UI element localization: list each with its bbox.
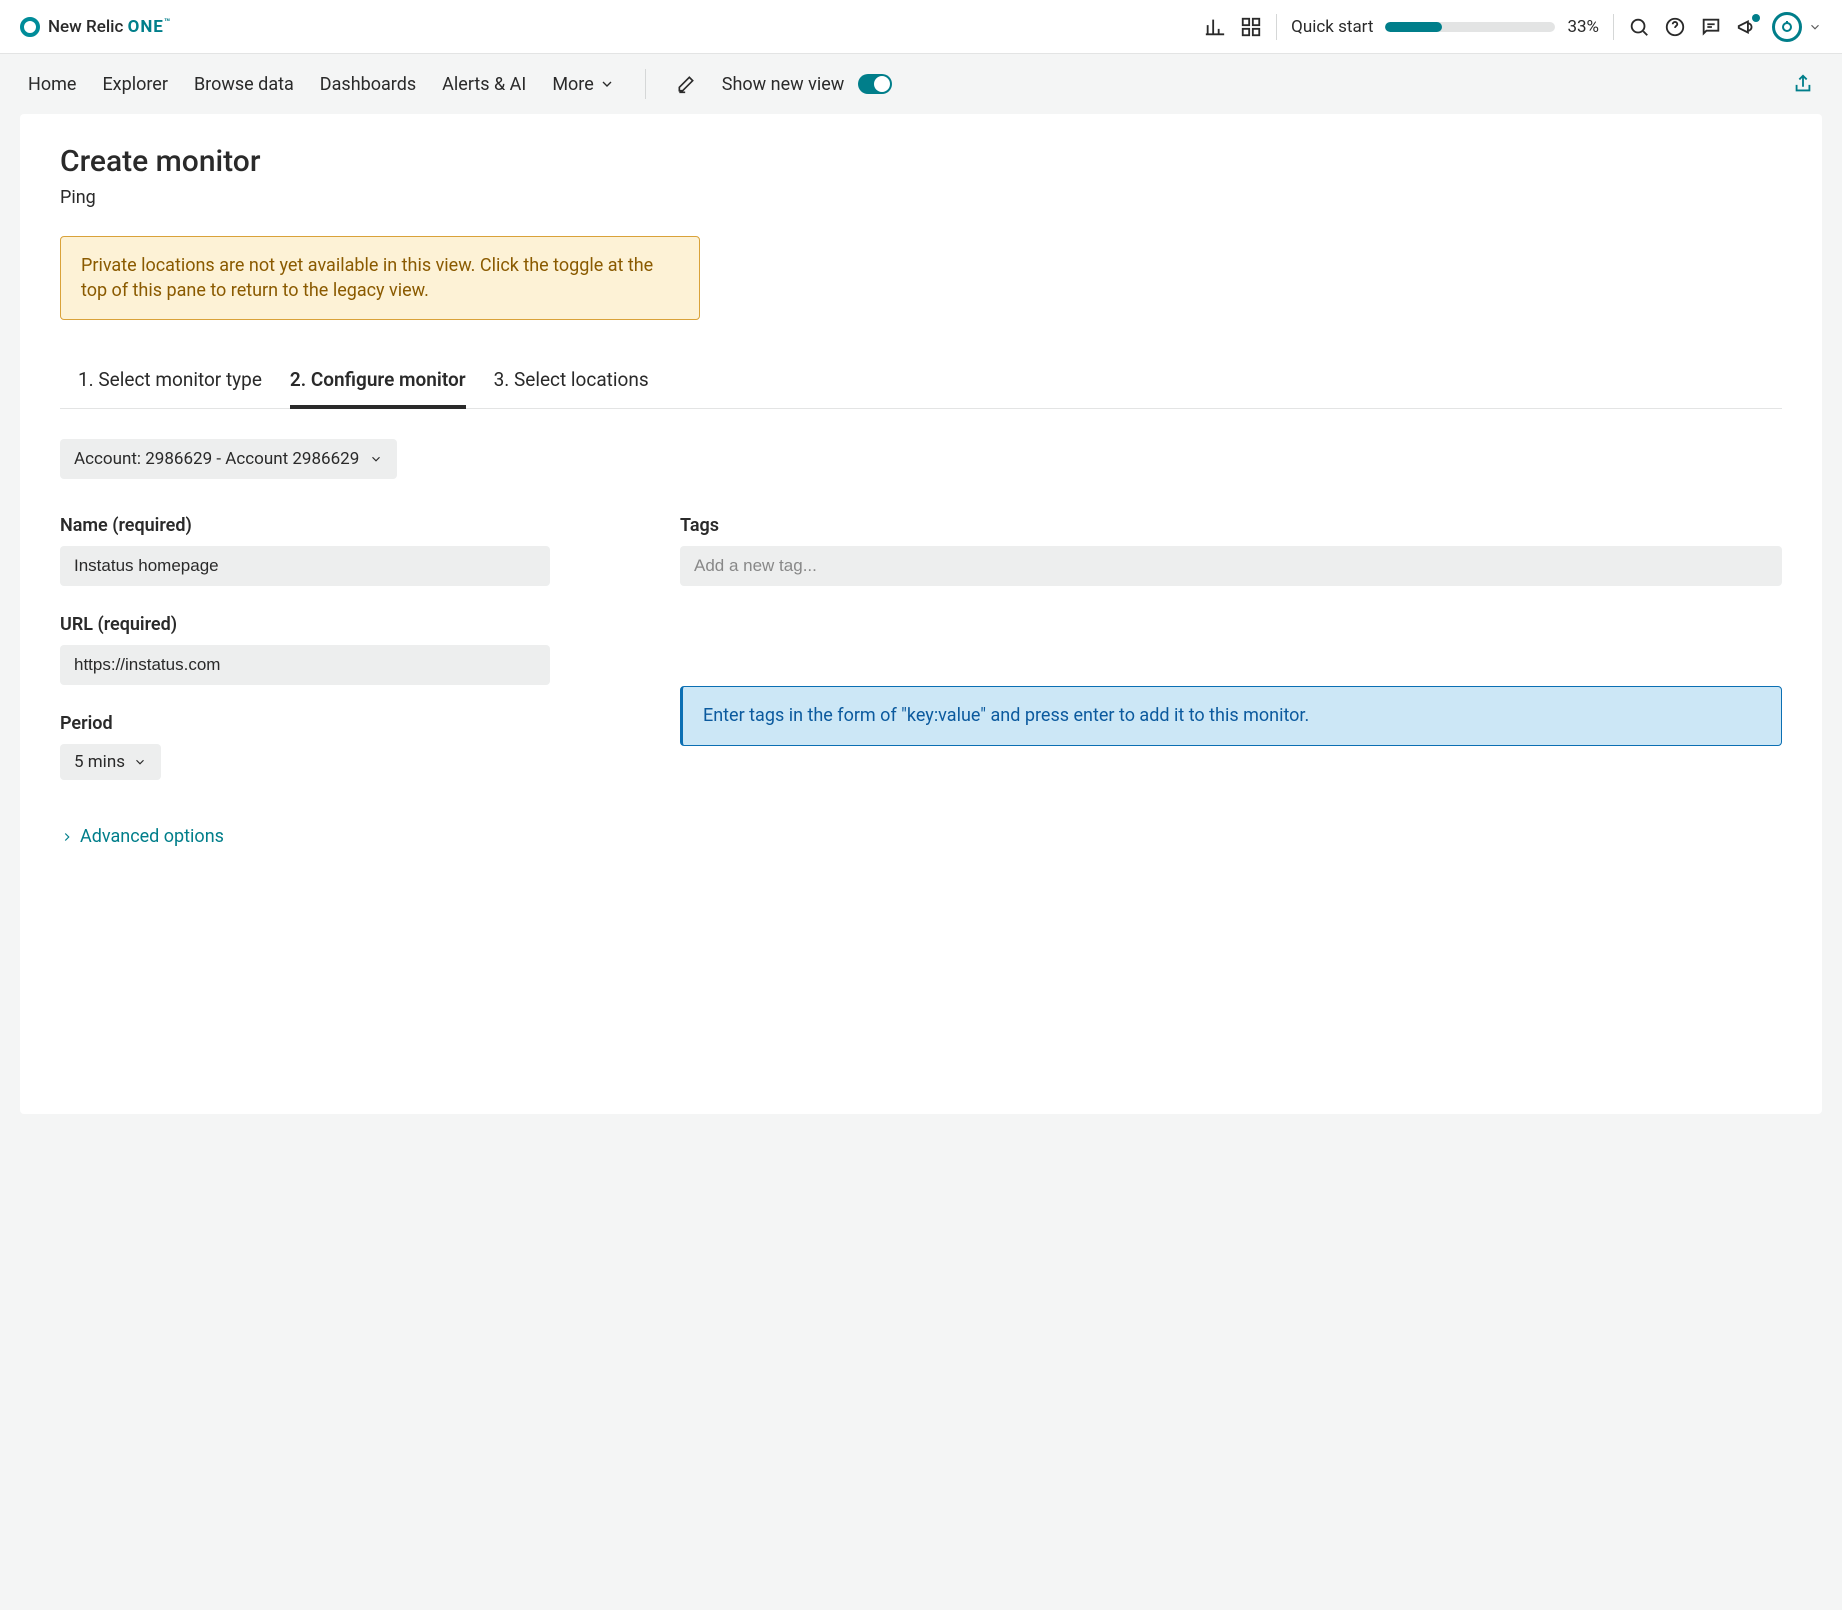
logo-text: New Relic ONE™ xyxy=(48,17,170,37)
step-tab-2[interactable]: 2. Configure monitor xyxy=(290,360,466,409)
announce-icon[interactable] xyxy=(1736,16,1758,38)
tags-input[interactable] xyxy=(680,546,1782,586)
quickstart-progress xyxy=(1385,22,1555,32)
step-tab-3[interactable]: 3. Select locations xyxy=(494,360,649,408)
search-icon[interactable] xyxy=(1628,16,1650,38)
name-field-group: Name (required) xyxy=(60,515,620,586)
name-input[interactable] xyxy=(60,546,550,586)
tags-label: Tags xyxy=(680,515,1782,536)
tags-info-box: Enter tags in the form of "key:value" an… xyxy=(680,686,1782,745)
page-title: Create monitor xyxy=(60,144,1782,179)
page-subtitle: Ping xyxy=(60,187,1782,208)
form-col-left: Name (required) URL (required) Period 5 … xyxy=(60,515,620,849)
nav-explorer[interactable]: Explorer xyxy=(102,74,168,95)
user-menu[interactable] xyxy=(1772,12,1822,42)
main-panel: Create monitor Ping Private locations ar… xyxy=(20,114,1822,1114)
nav-home[interactable]: Home xyxy=(28,74,76,95)
divider xyxy=(645,69,646,99)
tags-field-group: Tags xyxy=(680,515,1782,586)
show-new-view-toggle-wrap: Show new view xyxy=(722,74,893,95)
chevron-down-icon xyxy=(599,76,615,92)
nav-bar: Home Explorer Browse data Dashboards Ale… xyxy=(0,54,1842,114)
nav-alerts-ai[interactable]: Alerts & AI xyxy=(442,74,526,95)
chevron-down-icon xyxy=(369,452,383,466)
form-col-right: Tags Enter tags in the form of "key:valu… xyxy=(680,515,1782,849)
share-icon[interactable] xyxy=(1792,73,1814,95)
logo-icon xyxy=(20,17,40,37)
quickstart-label: Quick start xyxy=(1291,17,1373,37)
period-label: Period xyxy=(60,713,620,734)
edit-icon[interactable] xyxy=(676,74,696,94)
chevron-down-icon xyxy=(1808,20,1822,34)
step-tabs: 1. Select monitor type 2. Configure moni… xyxy=(60,360,1782,409)
form-grid: Name (required) URL (required) Period 5 … xyxy=(60,515,1782,849)
quickstart-percent: 33% xyxy=(1567,17,1599,37)
quickstart[interactable]: Quick start 33% xyxy=(1291,17,1599,37)
notification-dot xyxy=(1752,14,1760,22)
period-select[interactable]: 5 mins xyxy=(60,744,161,780)
period-value: 5 mins xyxy=(74,752,125,772)
warning-banner: Private locations are not yet available … xyxy=(60,236,700,320)
grid-icon[interactable] xyxy=(1240,16,1262,38)
show-new-view-toggle[interactable] xyxy=(858,74,892,94)
chevron-right-icon xyxy=(60,830,74,844)
avatar xyxy=(1772,12,1802,42)
name-label: Name (required) xyxy=(60,515,620,536)
chevron-down-icon xyxy=(133,755,147,769)
header-right: Quick start 33% xyxy=(1204,12,1822,42)
nav-more[interactable]: More xyxy=(552,74,614,95)
url-field-group: URL (required) xyxy=(60,614,620,685)
period-field-group: Period 5 mins xyxy=(60,713,620,780)
nav-dashboards[interactable]: Dashboards xyxy=(320,74,416,95)
bar-chart-icon[interactable] xyxy=(1204,16,1226,38)
account-selector-label: Account: 2986629 - Account 2986629 xyxy=(74,449,359,469)
logo[interactable]: New Relic ONE™ xyxy=(20,17,170,37)
show-new-view-label: Show new view xyxy=(722,74,845,95)
url-label: URL (required) xyxy=(60,614,620,635)
advanced-options-label: Advanced options xyxy=(80,826,224,847)
divider xyxy=(1276,14,1277,40)
url-input[interactable] xyxy=(60,645,550,685)
feedback-icon[interactable] xyxy=(1700,16,1722,38)
help-icon[interactable] xyxy=(1664,16,1686,38)
advanced-options-link[interactable]: Advanced options xyxy=(60,826,224,847)
divider xyxy=(1613,14,1614,40)
nav-browse-data[interactable]: Browse data xyxy=(194,74,294,95)
page-wrap: Create monitor Ping Private locations ar… xyxy=(0,114,1842,1610)
top-header: New Relic ONE™ Quick start 33% xyxy=(0,0,1842,54)
step-tab-1[interactable]: 1. Select monitor type xyxy=(78,360,262,408)
account-selector[interactable]: Account: 2986629 - Account 2986629 xyxy=(60,439,397,479)
